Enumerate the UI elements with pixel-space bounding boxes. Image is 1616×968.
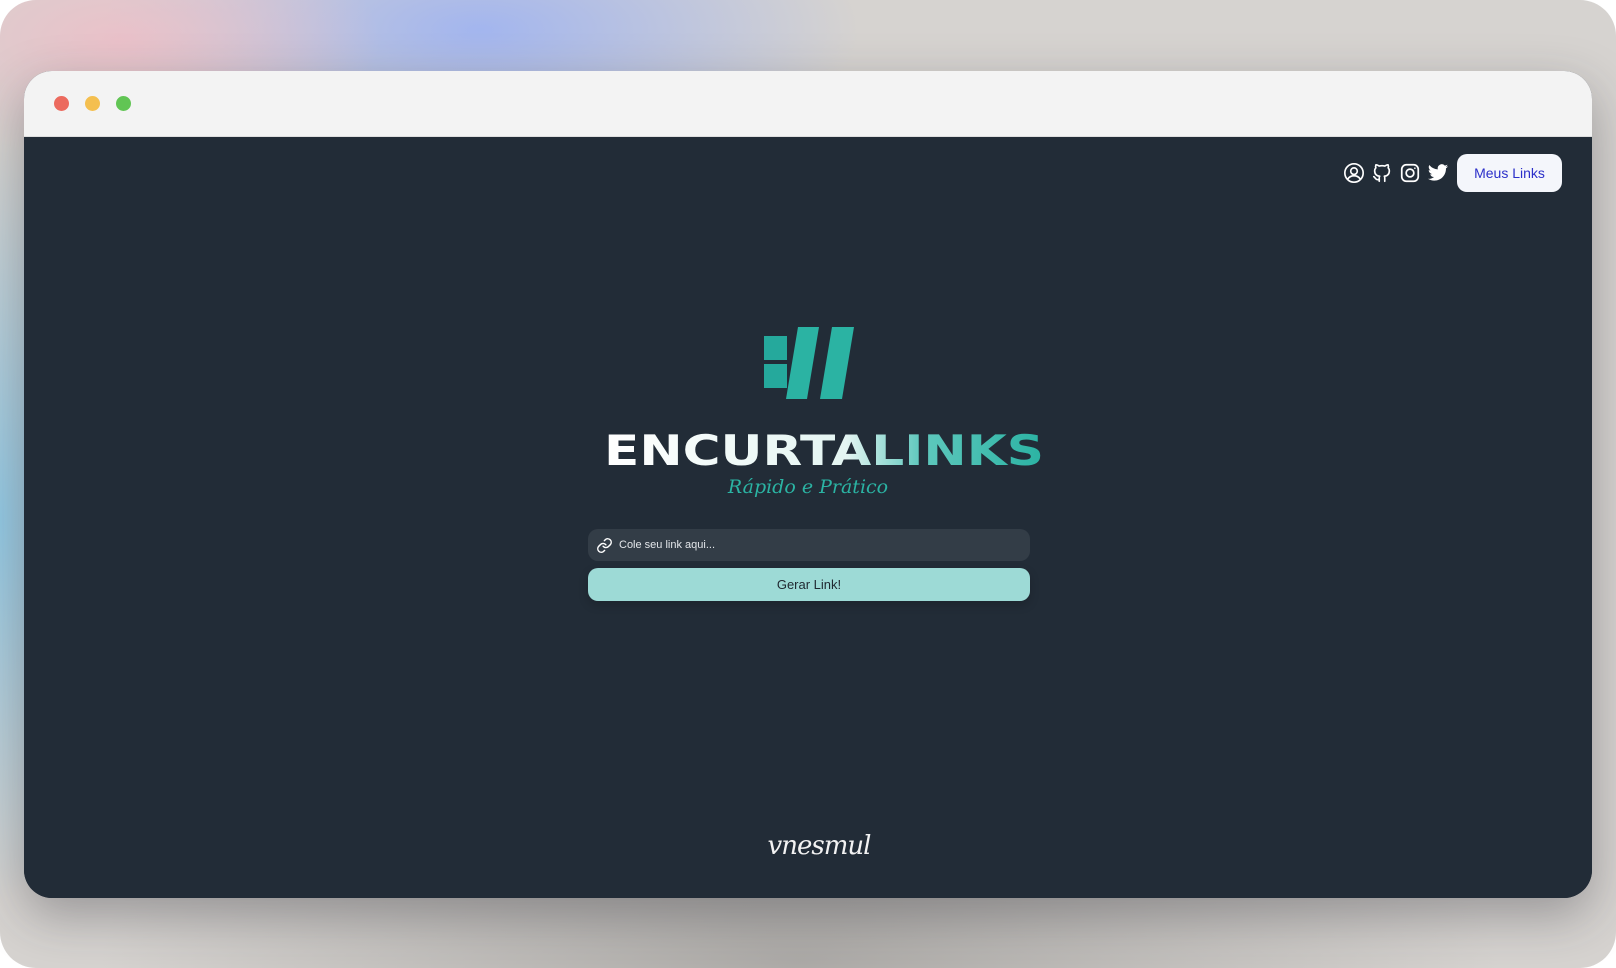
meus-links-button[interactable]: Meus Links xyxy=(1457,154,1562,192)
link-input-field[interactable] xyxy=(588,529,1030,561)
close-window-button[interactable] xyxy=(54,96,69,111)
github-icon[interactable] xyxy=(1371,162,1393,184)
window-titlebar xyxy=(24,71,1592,137)
minimize-window-button[interactable] xyxy=(85,96,100,111)
gerar-link-button[interactable]: Gerar Link! xyxy=(588,568,1030,601)
instagram-icon[interactable] xyxy=(1399,162,1421,184)
logo-text: ENCURTALINKS xyxy=(604,427,1044,472)
browser-window: Meus Links ENCURTALINKS Rápido e Prático xyxy=(24,71,1592,898)
logo-wordmark: ENCURTALINKS xyxy=(604,427,1044,472)
zoom-window-button[interactable] xyxy=(116,96,131,111)
author-signature: vnesmul xyxy=(767,831,872,861)
tagline: Rápido e Prático xyxy=(727,476,889,498)
top-nav: Meus Links xyxy=(1343,154,1562,192)
logo-icon xyxy=(764,327,854,399)
link-icon xyxy=(595,536,613,554)
twitter-icon[interactable] xyxy=(1427,162,1449,184)
user-circle-icon[interactable] xyxy=(1343,162,1365,184)
link-input[interactable] xyxy=(619,531,1030,559)
page-content: Meus Links ENCURTALINKS Rápido e Prático xyxy=(24,137,1592,898)
